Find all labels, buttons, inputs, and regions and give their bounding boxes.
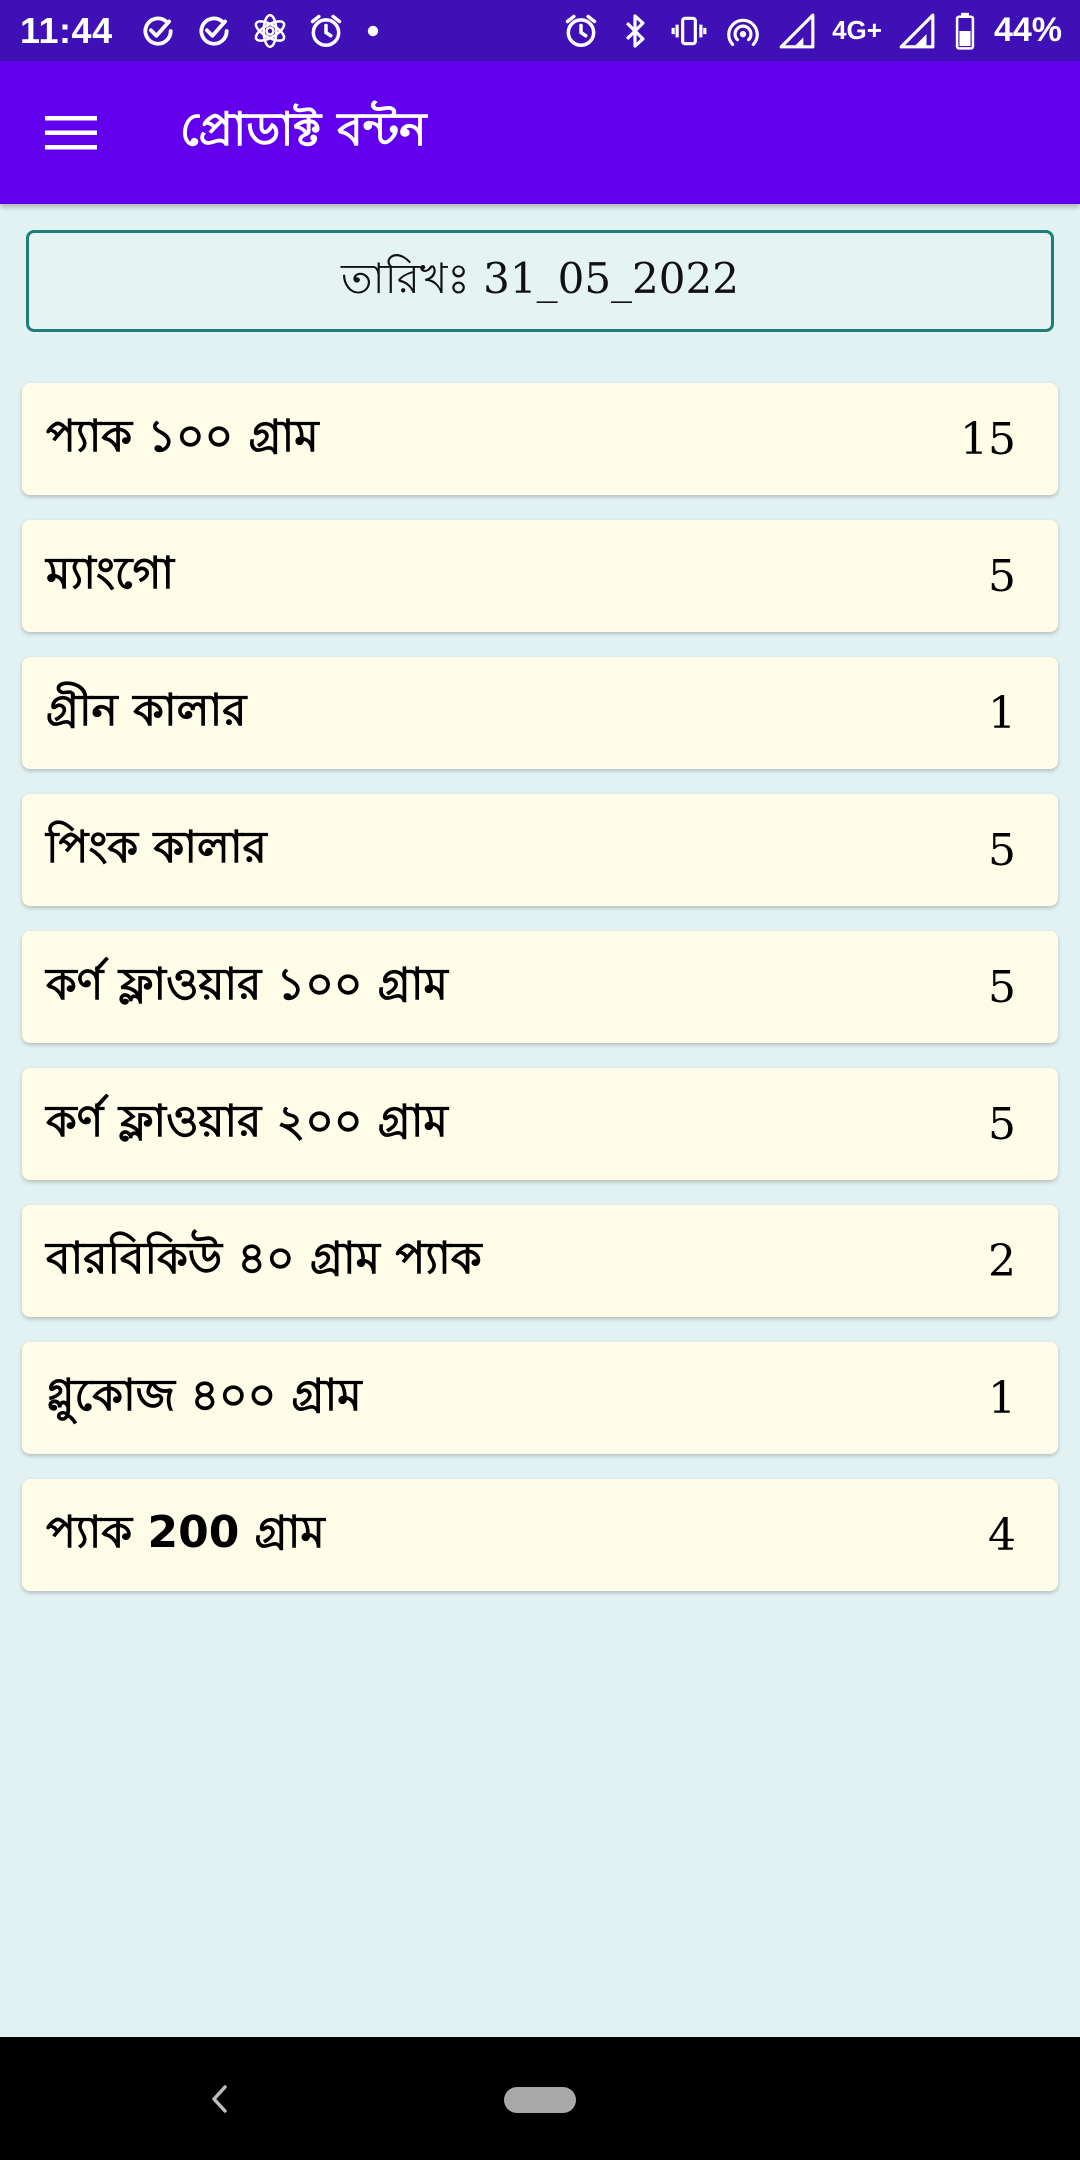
back-button[interactable] [196,2075,244,2123]
hamburger-menu-icon [45,115,97,149]
product-item[interactable]: পিংক কালার 5 [22,794,1058,906]
product-name: প্যাক 200 গ্রাম [46,1506,325,1558]
product-quantity: 1 [988,1372,1016,1424]
settings-flower-icon [251,12,289,50]
dot-icon [363,12,383,50]
app-bar: প্রোডাক্ট বন্টন [0,61,1080,204]
product-quantity: 4 [988,1509,1016,1561]
date-display: তারিখঃ 31_05_2022 [26,230,1054,332]
network-type: 4G+ [832,15,882,45]
product-name: গ্লুকোজ ৪০০ গ্রাম [46,1369,362,1421]
product-list: প্যাক ১০০ গ্রাম 15 ম্যাংগো 5 গ্রীন কালার 1 পিং… [22,383,1058,1616]
status-time: 11:44 [20,9,113,51]
product-quantity: 1 [988,687,1016,739]
product-item[interactable]: প্যাক 200 গ্রাম 4 [22,1479,1058,1591]
system-icons: 4G+ 44% [562,11,1062,50]
product-quantity: 2 [988,1235,1016,1287]
product-quantity: 5 [988,824,1016,876]
hotspot-icon [724,12,762,50]
check-circle-icon [195,12,233,50]
product-quantity: 5 [988,550,1016,602]
product-name: বারবিকিউ ৪০ গ্রাম প্যাক [46,1232,482,1284]
product-item[interactable]: প্যাক ১০০ গ্রাম 15 [22,383,1058,495]
alarm-icon [562,12,600,50]
page-title: প্রোডাক্ট বন্টন [180,101,427,156]
product-name: পিংক কালার [46,821,267,873]
product-item[interactable]: গ্রীন কালার 1 [22,657,1058,769]
product-name: কর্ণ ফ্লাওয়ার ১০০ গ্রাম [46,958,448,1010]
back-chevron-icon [212,2085,227,2113]
product-item[interactable]: ম্যাংগো 5 [22,520,1058,632]
product-item[interactable]: কর্ণ ফ্লাওয়ার ১০০ গ্রাম 5 [22,931,1058,1043]
product-quantity: 5 [988,1098,1016,1150]
check-circle-icon [139,12,177,50]
battery-percentage: 44% [993,11,1062,49]
bluetooth-icon [616,12,654,50]
product-item[interactable]: গ্লুকোজ ৪০০ গ্রাম 1 [22,1342,1058,1454]
battery-icon [952,12,978,50]
home-pill-icon[interactable] [504,2087,576,2113]
product-name: কর্ণ ফ্লাওয়ার ২০০ গ্রাম [46,1095,448,1147]
product-item[interactable]: বারবিকিউ ৪০ গ্রাম প্যাক 2 [22,1205,1058,1317]
product-name: গ্রীন কালার [46,684,247,736]
product-item[interactable]: কর্ণ ফ্লাওয়ার ২০০ গ্রাম 5 [22,1068,1058,1180]
product-quantity: 5 [988,961,1016,1013]
notification-icons [139,12,383,50]
signal-icon [898,12,936,50]
alarm-icon [307,12,345,50]
vibrate-icon [670,12,708,50]
product-name: প্যাক ১০০ গ্রাম [46,410,319,462]
menu-button[interactable] [35,97,107,169]
navigation-bar [0,2037,1080,2160]
product-name: ম্যাংগো [46,547,175,599]
signal-icon [778,12,816,50]
product-quantity: 15 [960,413,1016,465]
status-bar: 11:44 4G+ 44% [0,0,1080,61]
